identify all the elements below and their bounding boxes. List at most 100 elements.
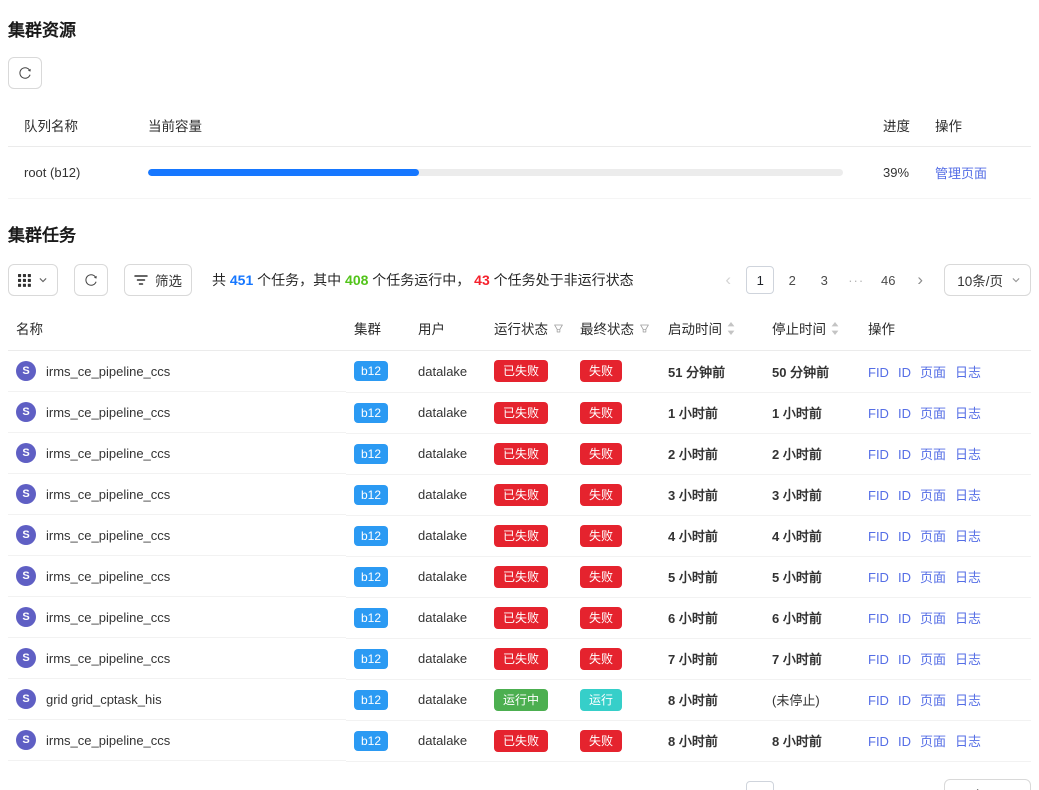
id-link[interactable]: ID	[898, 406, 911, 421]
manage-page-link[interactable]: 管理页面	[935, 166, 987, 181]
col-queue-name: 队列名称	[8, 115, 148, 135]
log-link[interactable]: 日志	[955, 488, 981, 503]
cluster-tag: b12	[354, 731, 388, 751]
filter-icon[interactable]	[639, 323, 650, 334]
page-link[interactable]: 页面	[920, 365, 946, 380]
id-link[interactable]: ID	[898, 570, 911, 585]
log-link[interactable]: 日志	[955, 652, 981, 667]
log-link[interactable]: 日志	[955, 734, 981, 749]
fid-link[interactable]: FID	[868, 447, 889, 462]
column-settings-button[interactable]	[8, 264, 58, 296]
chevron-down-icon	[1011, 275, 1021, 285]
page-link[interactable]: 页面	[920, 406, 946, 421]
refresh-tasks-button[interactable]	[74, 264, 108, 296]
refresh-icon	[18, 66, 32, 80]
col-run-status-label: 运行状态	[494, 318, 548, 338]
summary-segment: 共	[212, 272, 230, 288]
task-summary: 共 451 个任务，其中 408 个任务运行中， 43 个任务处于非运行状态	[212, 270, 634, 290]
next-page-button[interactable]: ›	[906, 266, 934, 294]
page-3[interactable]: 3	[810, 266, 838, 294]
id-link[interactable]: ID	[898, 447, 911, 462]
final-status-badge: 失败	[580, 484, 622, 506]
page-link[interactable]: 页面	[920, 447, 946, 462]
next-page-button[interactable]: ›	[906, 781, 934, 790]
cluster-tag: b12	[354, 526, 388, 546]
task-name: irms_ce_pipeline_ccs	[46, 733, 170, 748]
id-link[interactable]: ID	[898, 734, 911, 749]
page-link[interactable]: 页面	[920, 570, 946, 585]
fid-link[interactable]: FID	[868, 734, 889, 749]
id-link[interactable]: ID	[898, 365, 911, 380]
start-time: 5 小时前	[660, 556, 764, 597]
task-user: datalake	[410, 474, 486, 515]
sort-icon[interactable]	[831, 322, 839, 335]
log-link[interactable]: 日志	[955, 570, 981, 585]
page-1[interactable]: 1	[746, 266, 774, 294]
fid-link[interactable]: FID	[868, 611, 889, 626]
table-row: Sirms_ce_pipeline_ccsb12datalake已失败失败7 小…	[8, 638, 1031, 679]
page-1[interactable]: 1	[746, 781, 774, 790]
filter-button[interactable]: 筛选	[124, 264, 192, 296]
page-size-select[interactable]: 10条/页	[944, 264, 1031, 296]
task-avatar-icon: S	[16, 730, 36, 750]
log-link[interactable]: 日志	[955, 406, 981, 421]
table-row: Sirms_ce_pipeline_ccsb12datalake已失败失败5 小…	[8, 556, 1031, 597]
page-link[interactable]: 页面	[920, 611, 946, 626]
task-name: irms_ce_pipeline_ccs	[46, 610, 170, 625]
page-link[interactable]: 页面	[920, 488, 946, 503]
pagination-bottom: ‹123···46›	[714, 781, 934, 790]
task-name: irms_ce_pipeline_ccs	[46, 487, 170, 502]
fid-link[interactable]: FID	[868, 570, 889, 585]
prev-page-button[interactable]: ‹	[714, 781, 742, 790]
log-link[interactable]: 日志	[955, 365, 981, 380]
id-link[interactable]: ID	[898, 652, 911, 667]
cluster-tag: b12	[354, 444, 388, 464]
run-status-badge: 已失败	[494, 566, 548, 588]
page-link[interactable]: 页面	[920, 529, 946, 544]
log-link[interactable]: 日志	[955, 529, 981, 544]
task-user: datalake	[410, 720, 486, 761]
fid-link[interactable]: FID	[868, 488, 889, 503]
refresh-resources-button[interactable]	[8, 57, 42, 89]
summary-segment: 451	[230, 272, 253, 288]
log-link[interactable]: 日志	[955, 447, 981, 462]
resources-header-row: 队列名称 当前容量 进度 操作	[8, 103, 1031, 147]
start-time: 4 小时前	[660, 515, 764, 556]
prev-page-button[interactable]: ‹	[714, 266, 742, 294]
stop-time: 6 小时前	[764, 597, 860, 638]
page-2[interactable]: 2	[778, 781, 806, 790]
log-link[interactable]: 日志	[955, 611, 981, 626]
table-row: Sirms_ce_pipeline_ccsb12datalake已失败失败51 …	[8, 351, 1031, 393]
page-46[interactable]: 46	[874, 781, 902, 790]
page-link[interactable]: 页面	[920, 652, 946, 667]
id-link[interactable]: ID	[898, 693, 911, 708]
fid-link[interactable]: FID	[868, 652, 889, 667]
task-avatar-icon: S	[16, 402, 36, 422]
page-46[interactable]: 46	[874, 266, 902, 294]
sort-icon[interactable]	[727, 322, 735, 335]
fid-link[interactable]: FID	[868, 693, 889, 708]
filter-icon[interactable]	[553, 323, 564, 334]
fid-link[interactable]: FID	[868, 529, 889, 544]
id-link[interactable]: ID	[898, 488, 911, 503]
task-name: irms_ce_pipeline_ccs	[46, 651, 170, 666]
fid-link[interactable]: FID	[868, 365, 889, 380]
id-link[interactable]: ID	[898, 529, 911, 544]
page-2[interactable]: 2	[778, 266, 806, 294]
log-link[interactable]: 日志	[955, 693, 981, 708]
page-size-select[interactable]: 10条/页	[944, 779, 1031, 790]
page-3[interactable]: 3	[810, 781, 838, 790]
table-row: Sirms_ce_pipeline_ccsb12datalake已失败失败4 小…	[8, 515, 1031, 556]
page-link[interactable]: 页面	[920, 693, 946, 708]
task-avatar-icon: S	[16, 525, 36, 545]
run-status-badge: 已失败	[494, 607, 548, 629]
task-avatar-icon: S	[16, 484, 36, 504]
pagination-top: ‹123···46›	[714, 266, 934, 294]
col-progress: 进度	[883, 115, 935, 135]
fid-link[interactable]: FID	[868, 406, 889, 421]
cluster-tag: b12	[354, 690, 388, 710]
start-time: 2 小时前	[660, 433, 764, 474]
task-user: datalake	[410, 351, 486, 393]
page-link[interactable]: 页面	[920, 734, 946, 749]
id-link[interactable]: ID	[898, 611, 911, 626]
